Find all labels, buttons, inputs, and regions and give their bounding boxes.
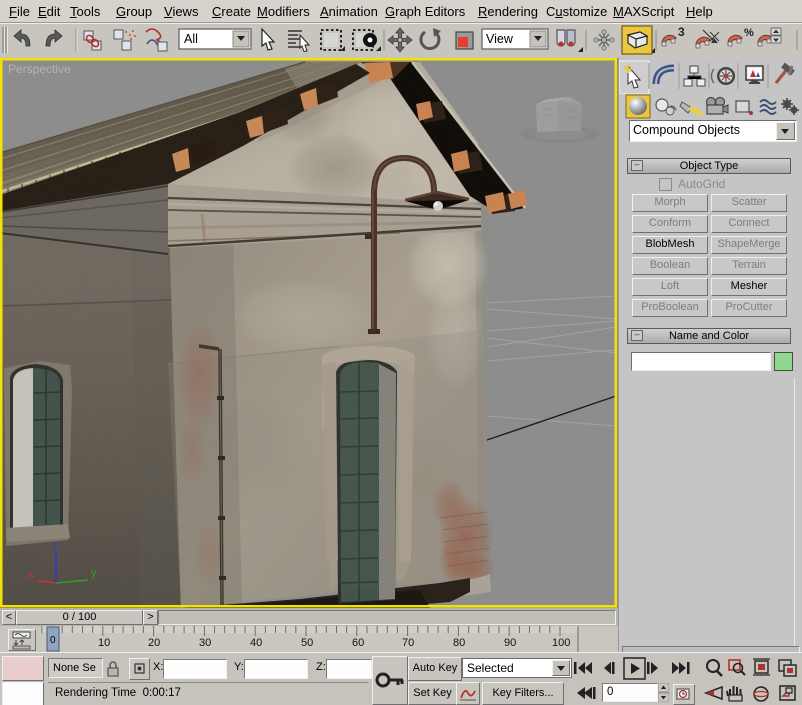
svg-text:x: x bbox=[28, 569, 34, 581]
svg-text:View: View bbox=[486, 32, 514, 46]
svg-text:Perspective: Perspective bbox=[8, 62, 71, 76]
svg-text:0: 0 bbox=[50, 635, 56, 646]
svg-text:%: % bbox=[744, 27, 754, 39]
svg-text:All: All bbox=[184, 32, 198, 46]
svg-text:3: 3 bbox=[678, 25, 685, 39]
svg-text:z: z bbox=[52, 540, 58, 552]
svg-text:y: y bbox=[91, 567, 97, 579]
